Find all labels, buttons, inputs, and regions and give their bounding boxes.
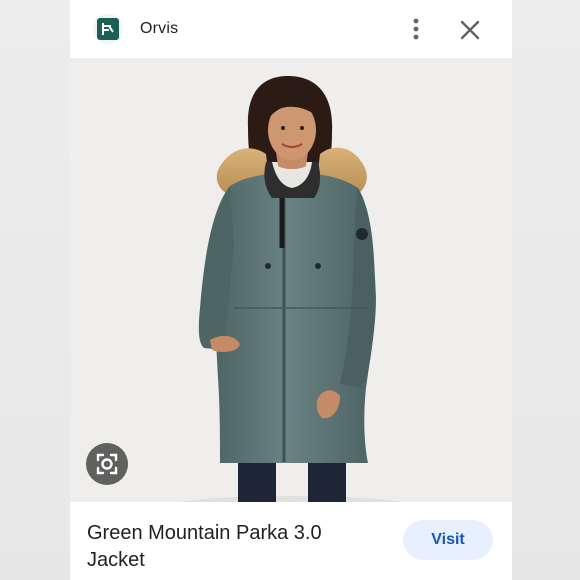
background-right bbox=[512, 0, 580, 580]
background-left bbox=[0, 0, 70, 580]
close-button[interactable] bbox=[456, 16, 484, 44]
parka-model-illustration bbox=[70, 58, 512, 502]
lens-search-icon bbox=[96, 453, 118, 475]
site-name[interactable]: Orvis bbox=[140, 20, 178, 38]
visual-search-button[interactable] bbox=[86, 443, 128, 485]
close-icon bbox=[460, 20, 480, 40]
more-options-button[interactable] bbox=[404, 14, 428, 44]
image-preview-card: Orvis Green Mountain Parka 3.0 Jacket Vi… bbox=[70, 0, 512, 580]
more-vert-icon bbox=[413, 18, 419, 40]
visit-button[interactable]: Visit bbox=[403, 520, 493, 560]
orvis-logo-icon bbox=[93, 14, 123, 44]
product-title[interactable]: Green Mountain Parka 3.0 Jacket bbox=[87, 520, 367, 574]
preview-header: Orvis bbox=[70, 0, 512, 58]
product-image[interactable] bbox=[70, 58, 512, 502]
product-info: Green Mountain Parka 3.0 Jacket Visit bbox=[70, 502, 512, 580]
